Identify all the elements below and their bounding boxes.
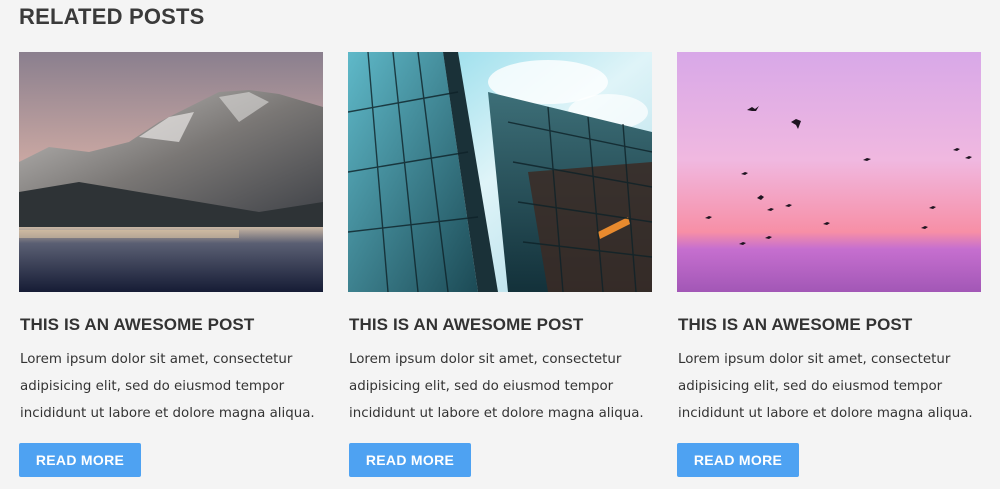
post-excerpt: Lorem ipsum dolor sit amet, consectetur … bbox=[349, 352, 644, 421]
read-more-button[interactable]: READ MORE bbox=[19, 443, 141, 477]
read-more-button[interactable]: READ MORE bbox=[677, 443, 799, 477]
post-excerpt: Lorem ipsum dolor sit amet, consectetur … bbox=[20, 352, 315, 421]
post-thumbnail-buildings[interactable] bbox=[348, 52, 652, 292]
glass-buildings-image bbox=[348, 52, 652, 292]
post-excerpt: Lorem ipsum dolor sit amet, consectetur … bbox=[678, 352, 973, 421]
post-thumbnail-mountain[interactable] bbox=[19, 52, 323, 292]
post-card: THIS IS AN AWESOME POST Lorem ipsum dolo… bbox=[677, 52, 981, 477]
post-thumbnail-sunset[interactable] bbox=[677, 52, 981, 292]
related-posts-section: RELATED POSTS THIS IS AN AWESOME POST Lo… bbox=[0, 0, 1000, 489]
post-card: THIS IS AN AWESOME POST Lorem ipsum dolo… bbox=[348, 52, 652, 477]
section-title: RELATED POSTS bbox=[19, 4, 205, 29]
mountain-lake-image bbox=[19, 52, 323, 292]
sunset-birds-image bbox=[677, 52, 981, 292]
read-more-button[interactable]: READ MORE bbox=[349, 443, 471, 477]
post-card: THIS IS AN AWESOME POST Lorem ipsum dolo… bbox=[19, 52, 323, 477]
post-title[interactable]: THIS IS AN AWESOME POST bbox=[678, 315, 912, 335]
post-title[interactable]: THIS IS AN AWESOME POST bbox=[20, 315, 254, 335]
post-title[interactable]: THIS IS AN AWESOME POST bbox=[349, 315, 583, 335]
